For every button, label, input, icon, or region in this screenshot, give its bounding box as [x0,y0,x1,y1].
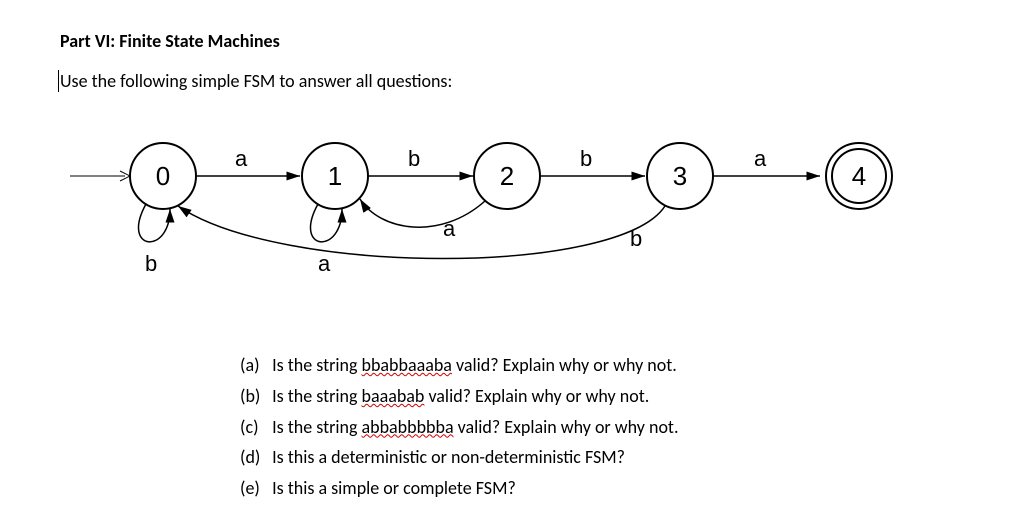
edge-2-1-label: a [443,216,456,241]
question-b-label: (b) [240,382,268,411]
question-c-post: valid? Explain why or why not. [454,416,679,438]
question-b-string: baaabab [362,385,425,407]
questions-list: (a) Is the string bbabbaaaba valid? Expl… [240,351,964,503]
start-arrow-head2 [120,176,130,181]
question-d: (d) Is this a deterministic or non-deter… [240,443,964,472]
edge-3-4-label: a [754,146,767,171]
state-2-label: 2 [500,161,514,191]
text-cursor [58,70,59,92]
question-a: (a) Is the string bbabbaaaba valid? Expl… [240,351,964,380]
edge-1-2-label: b [408,146,420,171]
question-a-string: bbabbaaaba [362,354,452,376]
instruction-text: Use the following simple FSM to answer a… [60,70,964,92]
state-0-label: 0 [156,161,170,191]
question-c-label: (c) [240,413,268,442]
section-heading: Part VI: Finite State Machines [60,30,964,52]
edge-0-1-label: a [235,146,248,171]
loop-1-a-label: a [318,251,331,276]
start-arrow-head [120,171,130,176]
question-c-string: abbabbbbba [362,416,454,438]
question-a-post: valid? Explain why or why not. [452,354,677,376]
question-b-post: valid? Explain why or why not. [424,385,649,407]
question-e: (e) Is this a simple or complete FSM? [240,474,964,503]
question-b-pre: Is the string [272,385,361,407]
question-e-text: Is this a simple or complete FSM? [272,477,516,499]
question-c-pre: Is the string [272,416,361,438]
question-d-label: (d) [240,443,268,472]
edge-3-0 [178,206,665,259]
edge-3-0-label: b [630,226,642,251]
question-e-label: (e) [240,474,268,503]
state-3-label: 3 [673,161,687,191]
instruction-content: Use the following simple FSM to answer a… [60,70,452,92]
question-c: (c) Is the string abbabbbbba valid? Expl… [240,413,964,442]
question-d-text: Is this a deterministic or non-determini… [272,446,625,468]
state-4-label: 4 [852,161,866,191]
question-a-label: (a) [240,351,268,380]
edge-2-3-label: b [580,146,592,171]
loop-0-b-label: b [145,251,157,276]
question-b: (b) Is the string baaabab valid? Explain… [240,382,964,411]
question-a-pre: Is the string [272,354,361,376]
edge-2-1 [360,199,485,227]
fsm-diagram: 0 b a 1 a b 2 a b 3 b a 4 [60,116,965,316]
state-1-label: 1 [328,161,342,191]
